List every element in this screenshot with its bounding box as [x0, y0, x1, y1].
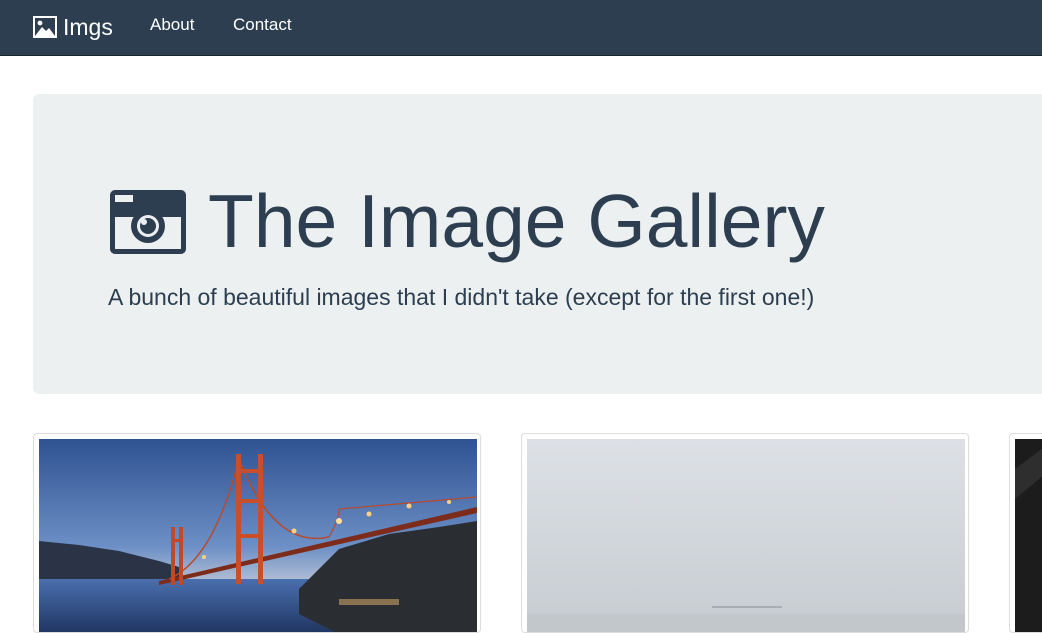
- nav-link-contact[interactable]: Contact: [233, 14, 292, 36]
- foggy-landscape-image: [527, 439, 965, 632]
- gallery-thumbnail-dark[interactable]: [1009, 433, 1042, 633]
- brand-link[interactable]: Imgs: [33, 12, 113, 42]
- hero-subtitle: A bunch of beautiful images that I didn'…: [108, 284, 815, 310]
- brand-label: Imgs: [63, 14, 113, 40]
- hero-title: The Image Gallery: [108, 178, 825, 264]
- camera-icon: [108, 186, 188, 256]
- dark-image: [1015, 439, 1042, 632]
- hero-title-text: The Image Gallery: [208, 179, 825, 263]
- top-navbar: Imgs About Contact: [0, 0, 1042, 56]
- golden-gate-bridge-image: [39, 439, 477, 632]
- hero-jumbotron: The Image Gallery A bunch of beautiful i…: [33, 94, 1042, 394]
- nav-link-about[interactable]: About: [150, 14, 194, 36]
- gallery-thumbnail-golden-gate[interactable]: [33, 433, 481, 633]
- picture-icon: [33, 16, 57, 38]
- gallery-thumbnail-fog[interactable]: [521, 433, 969, 633]
